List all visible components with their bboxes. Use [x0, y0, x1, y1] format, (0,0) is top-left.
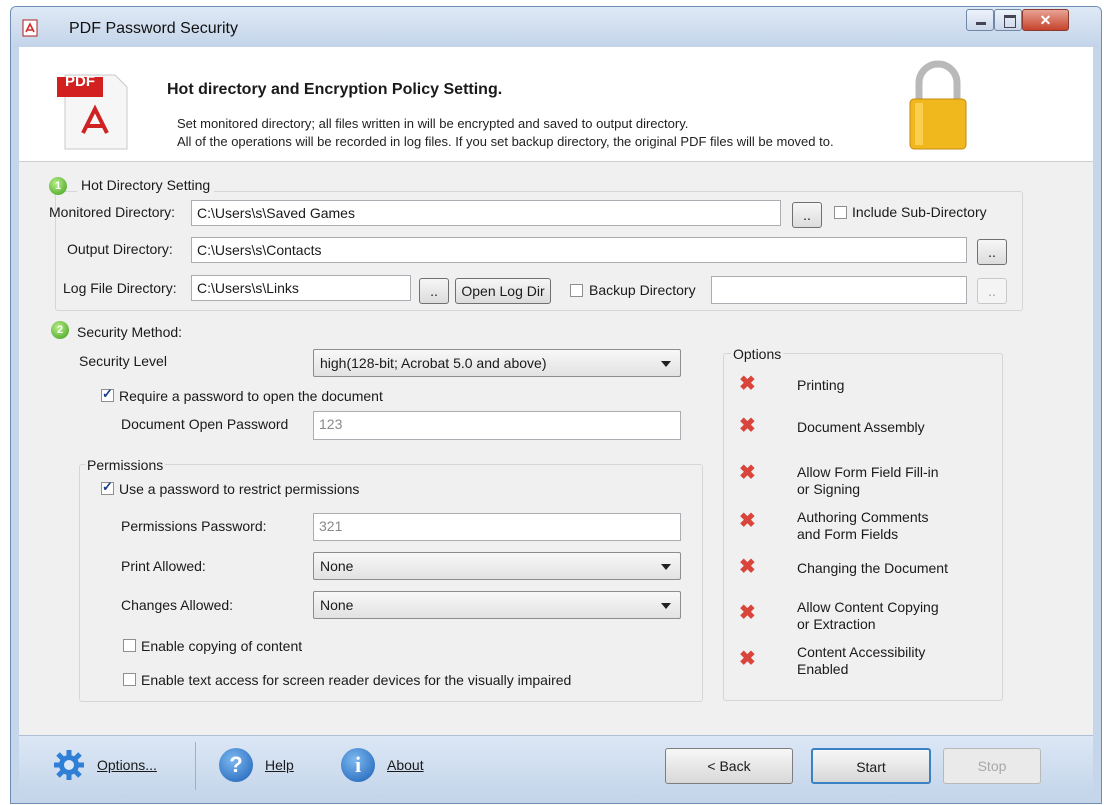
header-description-2: All of the operations will be recorded i… — [177, 134, 834, 149]
backup-directory-input[interactable] — [711, 276, 967, 304]
option-changing-document: Changing the Document — [797, 560, 948, 576]
print-allowed-value: None — [320, 558, 354, 574]
deny-icon: ✖ — [739, 373, 756, 395]
step-two-icon: 2 — [51, 321, 69, 339]
deny-icon: ✖ — [739, 462, 756, 484]
browse-log-button[interactable]: .. — [419, 278, 449, 304]
window-title: PDF Password Security — [69, 20, 238, 37]
enable-copying-label: Enable copying of content — [141, 638, 303, 654]
header-description-1: Set monitored directory; all files writt… — [177, 116, 689, 131]
hot-directory-title: Hot Directory Setting — [77, 177, 215, 193]
enable-copying-checkbox[interactable] — [123, 639, 136, 652]
start-button[interactable]: Start — [811, 748, 931, 784]
require-open-password-label: Require a password to open the document — [119, 388, 383, 404]
close-icon: ✕ — [1039, 12, 1052, 28]
maximize-icon — [1004, 15, 1016, 28]
changes-allowed-select[interactable]: None — [313, 591, 681, 619]
option-content-copying: Allow Content Copying or Extraction — [797, 599, 939, 632]
options-button[interactable]: Options... — [49, 746, 189, 786]
footer-divider — [195, 742, 196, 790]
output-directory-input[interactable]: C:\Users\s\Contacts — [191, 237, 967, 263]
stop-button[interactable]: Stop — [943, 748, 1041, 784]
chevron-down-icon — [661, 603, 671, 609]
lock-icon — [909, 60, 967, 150]
about-button[interactable]: i About — [341, 746, 451, 786]
use-permissions-password-label: Use a password to restrict permissions — [119, 481, 360, 497]
header-banner: PDF Hot directory and Encryption Policy … — [19, 47, 1093, 162]
header-title: Hot directory and Encryption Policy Sett… — [167, 81, 503, 98]
enable-text-access-label: Enable text access for screen reader dev… — [141, 672, 572, 688]
security-method-title: Security Method: — [77, 324, 183, 340]
option-authoring-comments: Authoring Comments and Form Fields — [797, 509, 929, 542]
include-sub-directory-checkbox[interactable] — [834, 206, 847, 219]
permissions-title: Permissions — [85, 457, 166, 473]
deny-icon: ✖ — [739, 510, 756, 532]
security-level-select[interactable]: high(128-bit; Acrobat 5.0 and above) — [313, 349, 681, 377]
changes-allowed-label: Changes Allowed: — [121, 597, 234, 613]
changes-allowed-value: None — [320, 597, 354, 613]
backup-directory-checkbox[interactable] — [570, 284, 583, 297]
about-button-label: About — [387, 757, 424, 773]
browse-backup-button[interactable]: .. — [977, 278, 1007, 304]
deny-icon: ✖ — [739, 556, 756, 578]
gear-icon — [54, 750, 84, 780]
permissions-group — [79, 464, 703, 702]
options-button-label: Options... — [97, 757, 157, 773]
document-open-password-label: Document Open Password — [121, 416, 289, 432]
pdf-app-icon — [22, 19, 38, 37]
option-document-assembly: Document Assembly — [797, 419, 925, 435]
maximize-button[interactable] — [994, 9, 1022, 31]
options-title: Options — [731, 346, 784, 362]
minimize-icon — [976, 22, 986, 25]
open-log-dir-button[interactable]: Open Log Dir — [455, 278, 551, 304]
require-open-password-checkbox[interactable] — [101, 386, 114, 402]
print-allowed-select[interactable]: None — [313, 552, 681, 580]
client-area: PDF Hot directory and Encryption Policy … — [19, 47, 1093, 798]
browse-output-button[interactable]: .. — [977, 239, 1007, 265]
enable-text-access-checkbox[interactable] — [123, 673, 136, 686]
help-button[interactable]: ? Help — [219, 746, 319, 786]
help-icon: ? — [219, 748, 253, 782]
print-allowed-label: Print Allowed: — [121, 558, 206, 574]
help-button-label: Help — [265, 757, 294, 773]
close-button[interactable]: ✕ — [1022, 9, 1069, 31]
option-form-fill: Allow Form Field Fill-in or Signing — [797, 464, 939, 497]
back-button[interactable]: < Back — [665, 748, 793, 784]
security-level-value: high(128-bit; Acrobat 5.0 and above) — [320, 355, 547, 371]
deny-icon: ✖ — [739, 415, 756, 437]
document-open-password-input[interactable]: 123 — [313, 411, 681, 440]
footer-bar: Options... ? Help i About < Back Start S… — [19, 735, 1093, 798]
monitored-directory-input[interactable]: C:\Users\s\Saved Games — [191, 200, 781, 226]
chevron-down-icon — [661, 361, 671, 367]
browse-monitored-button[interactable]: .. — [792, 202, 822, 228]
use-permissions-password-checkbox[interactable] — [101, 479, 114, 495]
security-level-label: Security Level — [79, 353, 167, 369]
output-directory-label: Output Directory: — [67, 241, 173, 257]
option-printing: Printing — [797, 377, 845, 393]
pdf-logo-text: PDF — [65, 73, 95, 90]
log-file-directory-input[interactable]: C:\Users\s\Links — [191, 275, 411, 301]
deny-icon: ✖ — [739, 602, 756, 624]
option-content-accessibility: Content Accessibility Enabled — [797, 644, 926, 677]
deny-icon: ✖ — [739, 648, 756, 670]
permissions-password-label: Permissions Password: — [121, 518, 267, 534]
title-bar: PDF Password Security ✕ — [11, 7, 1101, 47]
monitored-directory-label: Monitored Directory: — [49, 204, 176, 220]
minimize-button[interactable] — [966, 9, 994, 31]
app-window: PDF Password Security ✕ PDF Hot director… — [10, 6, 1102, 804]
step-one-icon: 1 — [49, 177, 67, 195]
chevron-down-icon — [661, 564, 671, 570]
info-icon: i — [341, 748, 375, 782]
permissions-password-input[interactable]: 321 — [313, 513, 681, 541]
include-sub-directory-label: Include Sub-Directory — [852, 204, 987, 220]
backup-directory-label: Backup Directory — [589, 282, 696, 298]
log-file-directory-label: Log File Directory: — [63, 280, 177, 296]
